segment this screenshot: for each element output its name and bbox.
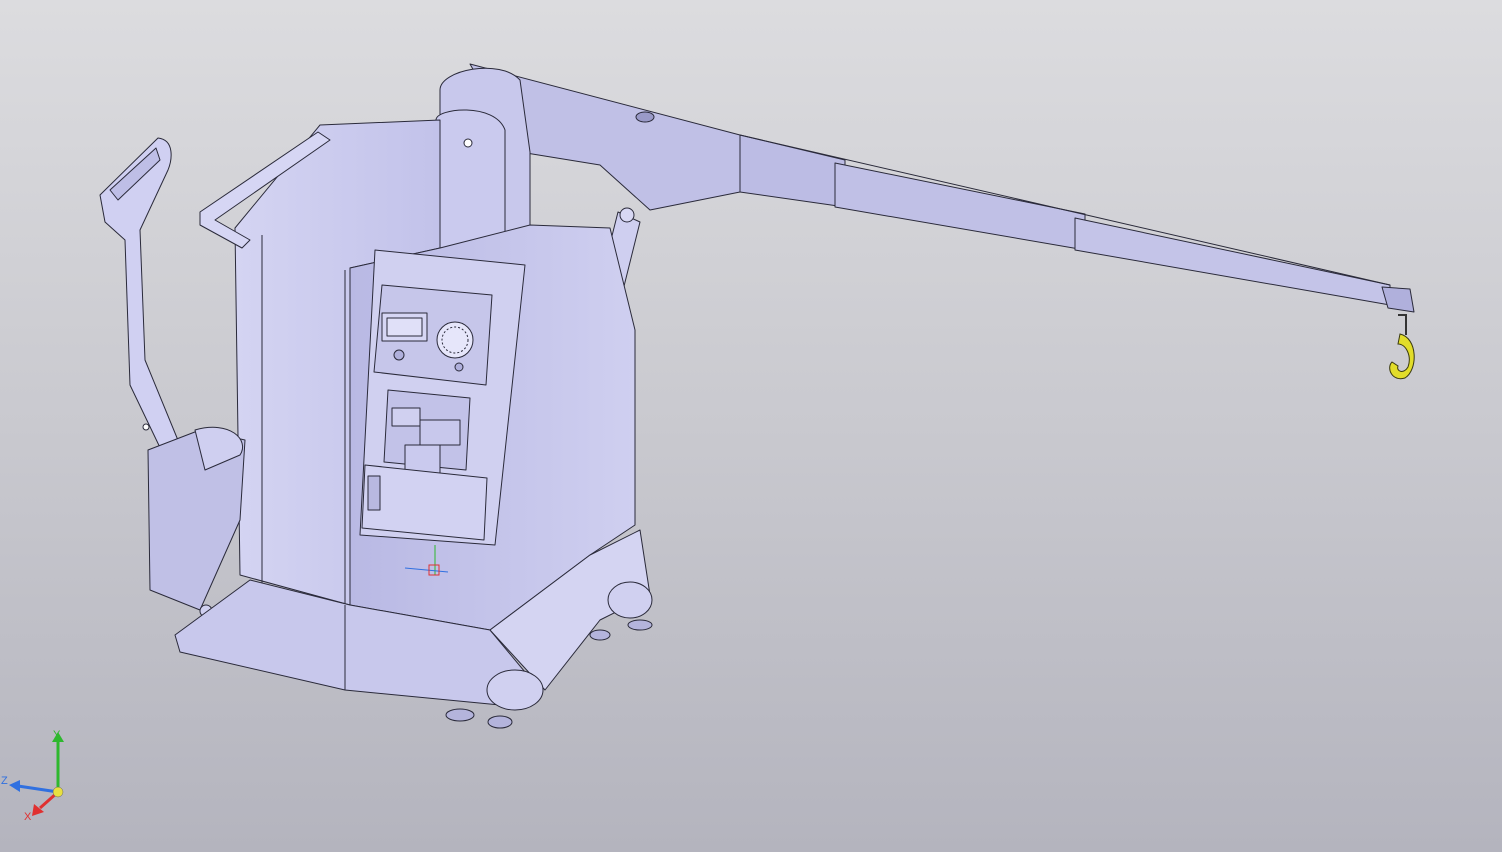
crane-hook[interactable] <box>1389 314 1415 380</box>
3d-viewport[interactable]: Y Z X <box>0 0 1502 852</box>
mast-pivot-hole <box>463 138 473 148</box>
z-axis-label: Z <box>1 775 8 787</box>
x-axis-label: X <box>24 811 32 823</box>
tiller-handle[interactable] <box>99 137 183 459</box>
boom-tip <box>1381 286 1415 313</box>
crane-model-view[interactable]: Y Z X <box>0 0 1502 852</box>
rear-chassis[interactable] <box>147 426 246 618</box>
panel-knob <box>393 349 405 361</box>
boom-section-4 <box>1074 217 1391 306</box>
boom-hole <box>635 111 655 123</box>
y-axis-label: Y <box>53 729 61 741</box>
boom-section-3 <box>834 162 1086 251</box>
z-axis-arrow-icon <box>9 780 20 792</box>
triad-origin <box>52 786 64 798</box>
lower-panel <box>361 464 488 541</box>
crane-mast[interactable] <box>435 67 531 256</box>
axis-triad: Y Z X <box>1 729 64 823</box>
hook-icon <box>1389 333 1415 380</box>
boom-section-2 <box>739 134 846 208</box>
